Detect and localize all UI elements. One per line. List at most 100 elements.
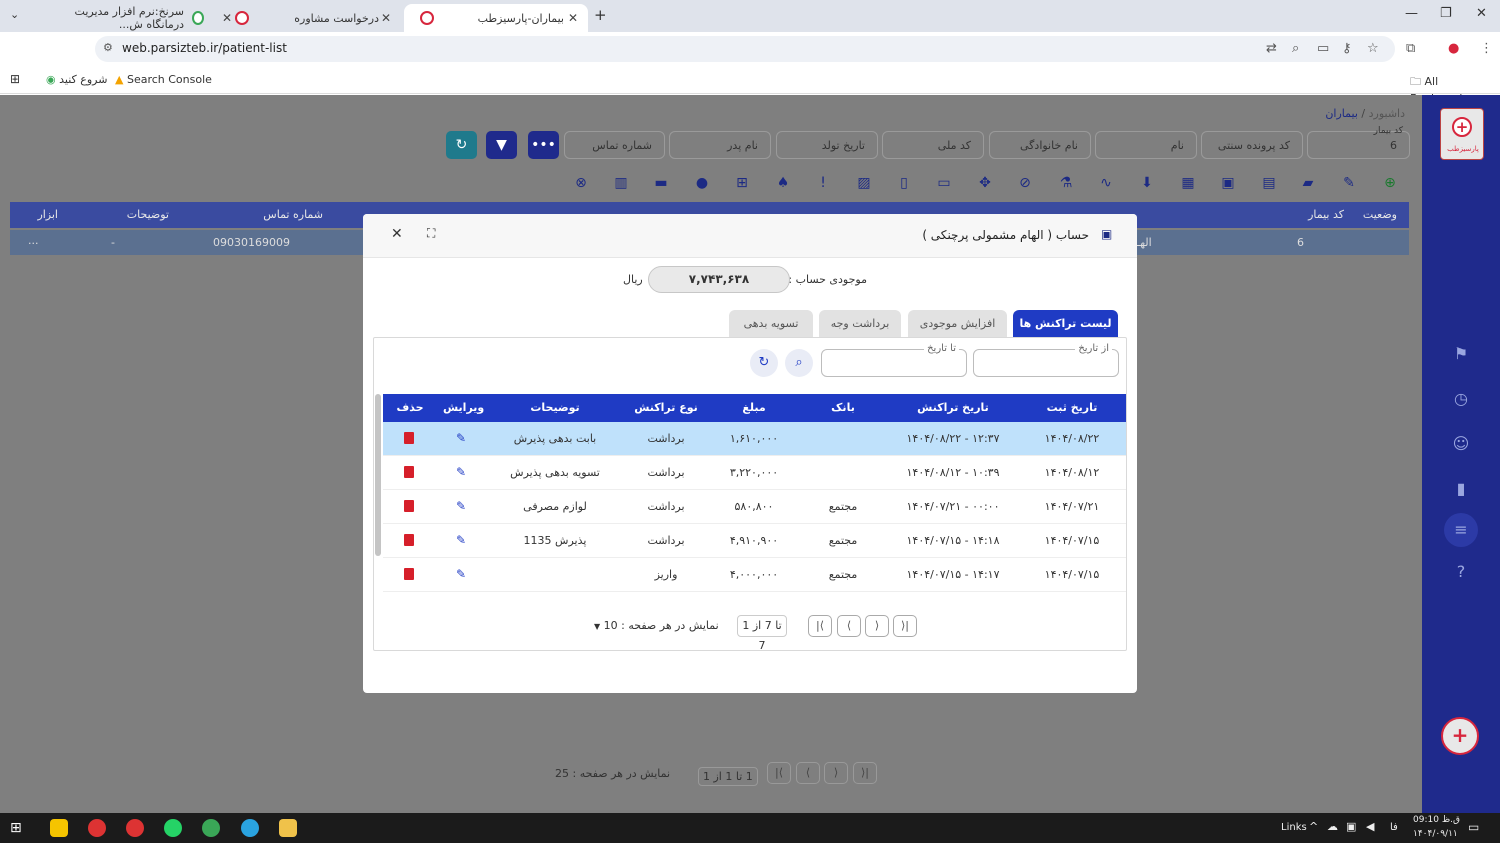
- tab-transactions-list[interactable]: لیست تراکنش ها: [1013, 310, 1118, 337]
- info-icon[interactable]: ●: [692, 174, 712, 192]
- help-icon[interactable]: ?: [1452, 563, 1470, 581]
- edit-icon[interactable]: ✎: [456, 567, 466, 581]
- chart-icon[interactable]: ▮: [1452, 480, 1470, 498]
- prev-page-button[interactable]: ⟩: [865, 615, 889, 637]
- onedrive-icon[interactable]: ☁: [1327, 820, 1338, 833]
- links-toolbar[interactable]: Links: [1281, 822, 1307, 833]
- col-status[interactable]: وضعیت: [1363, 208, 1397, 221]
- app-logo[interactable]: + پارسیزطب: [1440, 108, 1484, 160]
- national-code-filter[interactable]: کد ملی: [882, 131, 984, 159]
- edit-icon[interactable]: ✎: [456, 533, 466, 547]
- close-icon[interactable]: ✕: [381, 11, 391, 25]
- whatsapp-icon[interactable]: [164, 819, 182, 837]
- new-tab-icon[interactable]: +: [594, 6, 607, 24]
- col-description[interactable]: توضیحات: [127, 208, 169, 221]
- browser-tab-3-active[interactable]: بیماران-پارسیزطب ✕: [404, 4, 588, 32]
- refresh-button[interactable]: ↻: [446, 131, 477, 159]
- download-icon[interactable]: ⬇: [1137, 174, 1157, 192]
- network-icon[interactable]: ▣: [1346, 820, 1356, 833]
- next-page-button[interactable]: ⟨: [837, 615, 861, 637]
- outer-first-page-button[interactable]: ⟩|: [853, 762, 877, 784]
- delete-icon[interactable]: [404, 500, 414, 512]
- search-button[interactable]: ⌕: [785, 349, 813, 377]
- notifications-icon[interactable]: ▭: [1468, 820, 1479, 834]
- table-row[interactable]: ۱۴۰۴/۰۷/۱۵ ۱۴۰۴/۰۷/۱۵ - ۱۴:۱۷ مجتمع ۴,۰۰…: [383, 558, 1126, 592]
- telegram-icon[interactable]: [241, 819, 259, 837]
- last-page-button[interactable]: |⟨: [808, 615, 832, 637]
- window-close-icon[interactable]: ✕: [1476, 6, 1487, 21]
- delete-icon[interactable]: [404, 432, 414, 444]
- chrome-active-icon[interactable]: [126, 819, 144, 837]
- filter-button[interactable]: ▼: [486, 131, 517, 159]
- translate-icon[interactable]: ⇄: [1266, 41, 1277, 56]
- apps-grid-icon[interactable]: ⊞: [10, 72, 20, 86]
- outer-last-page-button[interactable]: |⟨: [767, 762, 791, 784]
- clock-date[interactable]: ۱۴۰۴/۰۹/۱۱: [1413, 829, 1458, 839]
- outer-prev-page-button[interactable]: ⟩: [824, 762, 848, 784]
- site-info-icon[interactable]: ⚙: [103, 41, 113, 54]
- bookmark-start[interactable]: ◉ شروع کنید: [46, 73, 107, 86]
- modal-close-icon[interactable]: ✕: [391, 226, 403, 242]
- extension-parsizteb-icon[interactable]: ●: [1448, 41, 1459, 56]
- folder-icon[interactable]: ▰: [1298, 174, 1318, 192]
- hierarchy-icon[interactable]: ⊞: [732, 174, 752, 192]
- clock-icon[interactable]: ◷: [1452, 390, 1470, 408]
- tab-withdraw[interactable]: برداشت وجه: [819, 310, 901, 337]
- minimize-icon[interactable]: —: [1405, 6, 1418, 21]
- table-row[interactable]: ۱۴۰۴/۰۸/۱۲ ۱۴۰۴/۰۸/۱۲ - ۱۰:۳۹ ۳,۲۲۰,۰۰۰ …: [383, 456, 1126, 490]
- menu-kebab-icon[interactable]: ⋮: [1480, 41, 1493, 56]
- first-name-filter[interactable]: نام: [1095, 131, 1197, 159]
- image-icon[interactable]: ▨: [854, 174, 874, 192]
- delete-icon[interactable]: [404, 568, 414, 580]
- col-patient-code[interactable]: کد بیمار: [1308, 208, 1344, 221]
- browser-tab-1[interactable]: سرنخ:نرم افزار مدیریت درمانگاه ش... ✕: [32, 4, 232, 32]
- delete-icon[interactable]: [404, 466, 414, 478]
- table-scrollbar[interactable]: [375, 394, 381, 556]
- volume-icon[interactable]: ◀: [1366, 820, 1374, 833]
- wallet-icon[interactable]: ▬: [651, 174, 671, 192]
- row-tools-button[interactable]: ...: [28, 234, 39, 247]
- clock-time[interactable]: 09:10 ق.ظ: [1413, 815, 1460, 825]
- first-page-button[interactable]: ⟩|: [893, 615, 917, 637]
- chrome-icon[interactable]: [88, 819, 106, 837]
- block-icon[interactable]: ⊘: [1015, 174, 1035, 192]
- father-name-filter[interactable]: نام پدر: [669, 131, 771, 159]
- extensions-icon[interactable]: ⧉: [1406, 41, 1415, 56]
- phone-filter[interactable]: شماره تماس: [564, 131, 665, 159]
- last-name-filter[interactable]: نام خانوادگی: [989, 131, 1091, 159]
- windows-start-icon[interactable]: ⊞: [10, 820, 22, 836]
- bookmark-star-icon[interactable]: ☆: [1367, 41, 1379, 56]
- microscope-icon[interactable]: ⚗: [1056, 174, 1076, 192]
- browser-tab-2[interactable]: درخواست مشاوره ✕: [219, 4, 399, 32]
- printer-icon[interactable]: ▥: [611, 174, 631, 192]
- close-icon[interactable]: ✕: [568, 11, 578, 25]
- reset-button[interactable]: ↻: [750, 349, 778, 377]
- breadcrumb-home[interactable]: داشبورد: [1369, 107, 1405, 120]
- clipboard-icon[interactable]: ▤: [1259, 174, 1279, 192]
- url-input[interactable]: ⚙ web.parsizteb.ir/patient-list: [95, 36, 1395, 62]
- edit-icon[interactable]: ✎: [456, 465, 466, 479]
- language-indicator[interactable]: فا: [1390, 822, 1398, 833]
- add-icon[interactable]: ⊕: [1380, 174, 1400, 192]
- chat-icon[interactable]: ▭: [934, 174, 954, 192]
- table-row[interactable]: ۱۴۰۴/۰۷/۲۱ ۱۴۰۴/۰۷/۲۱ - ۰۰:۰۰ مجتمع ۵۸۰,…: [383, 490, 1126, 524]
- page-size-select[interactable]: نمایش در هر صفحه : 10 ▼: [594, 619, 719, 632]
- file-explorer-icon[interactable]: [279, 819, 297, 837]
- users-icon[interactable]: ☺: [1452, 435, 1470, 453]
- restore-icon[interactable]: ❐: [1440, 6, 1452, 21]
- outer-page-size[interactable]: نمایش در هر صفحه : 25: [555, 767, 670, 780]
- sticky-notes-icon[interactable]: [50, 819, 68, 837]
- alert-message-icon[interactable]: !: [813, 174, 833, 192]
- list-grid-icon[interactable]: ▦: [1178, 174, 1198, 192]
- table-row[interactable]: ۱۴۰۴/۰۷/۱۵ ۱۴۰۴/۰۷/۱۵ - ۱۴:۱۸ مجتمع ۴,۹۱…: [383, 524, 1126, 558]
- traditional-file-code-filter[interactable]: کد پرونده سنتی: [1201, 131, 1303, 159]
- edit-icon[interactable]: ✎: [456, 431, 466, 445]
- tab-search-icon[interactable]: ⌄: [10, 8, 19, 21]
- list-menu-icon[interactable]: ≡: [1444, 513, 1478, 547]
- cancel-icon[interactable]: ⊗: [571, 174, 591, 192]
- apps-icon[interactable]: ✥: [975, 174, 995, 192]
- cast-icon[interactable]: ▭: [1317, 41, 1329, 56]
- outer-next-page-button[interactable]: ⟨: [796, 762, 820, 784]
- support-chat-button[interactable]: +: [1441, 717, 1479, 755]
- zoom-icon[interactable]: ⌕: [1292, 41, 1299, 56]
